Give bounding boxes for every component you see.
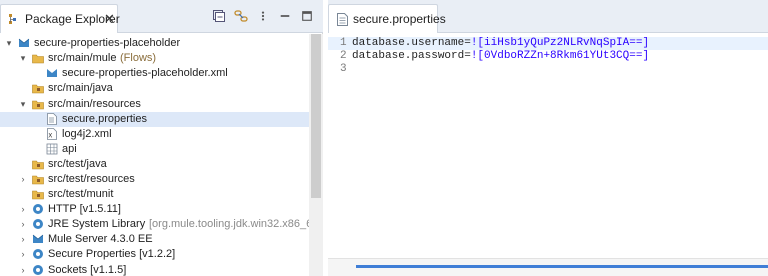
tree-vertical-scrollbar[interactable] [309, 34, 323, 276]
tree-item-label: Mule Server 4.3.0 EE [48, 233, 153, 245]
tree-item-label: HTTP [v1.5.11] [48, 203, 121, 215]
editor-panel: secure.properties 1 database.username=![i… [328, 0, 768, 276]
package-explorer-panel: Package Explorer ✕ ▾ secure-properties-pl… [0, 0, 323, 276]
library-icon [33, 219, 43, 229]
tree-item-label: api [62, 143, 77, 155]
tree-item-label: JRE System Library [48, 218, 146, 230]
chevron-right-icon[interactable]: › [18, 202, 28, 217]
link-with-editor-icon[interactable] [233, 8, 249, 24]
editor-tabbar: secure.properties [328, 0, 768, 33]
tree-scroll-thumb[interactable] [311, 34, 321, 198]
line-number: 3 [340, 63, 347, 75]
tab-secure-properties[interactable]: secure.properties [328, 4, 446, 33]
tree-item[interactable]: › src/test/resources [0, 172, 309, 187]
chevron-down-icon[interactable]: ▾ [18, 97, 28, 112]
library-icon [33, 249, 43, 259]
tree-item[interactable]: src/main/java [0, 81, 309, 96]
line-number: 2 [340, 50, 347, 62]
mule-project-icon [18, 38, 30, 47]
line-content: database.username=![iiHsb1yQuPz2NLRvNqSp… [352, 37, 649, 50]
line-number: 1 [340, 37, 347, 49]
tree-item-label: Secure Properties [v1.2.2] [48, 248, 176, 260]
properties-file-icon [337, 13, 348, 26]
mule-config-icon [47, 69, 57, 77]
editor-scroll-indicator [356, 265, 768, 268]
tree-item-label: src/test/munit [48, 188, 114, 200]
editor-line[interactable]: 3 [328, 63, 768, 76]
editor-line[interactable]: 2 database.password=![0VdboRZZn+8Rkm61YUt… [328, 50, 768, 63]
mule-project-icon [32, 234, 44, 243]
package-folder-icon [32, 190, 44, 200]
tree-item[interactable]: secure-properties-placeholder.xml [0, 66, 309, 81]
property-key: database.username= [352, 37, 471, 49]
chevron-right-icon[interactable]: › [18, 172, 28, 187]
tree-item[interactable]: ▾ secure-properties-placeholder [0, 36, 309, 51]
package-explorer-tabbar: Package Explorer ✕ [0, 0, 323, 33]
tree-item-label: src/test/java [48, 158, 107, 170]
tab-secure-properties-label: secure.properties [353, 12, 446, 26]
chevron-right-icon[interactable]: › [18, 247, 28, 262]
close-icon[interactable]: ✕ [104, 11, 115, 27]
property-key: database.password= [352, 50, 471, 62]
library-icon [33, 204, 43, 214]
tree-item[interactable]: src/test/munit [0, 187, 309, 202]
package-folder-icon [32, 100, 44, 110]
tree-item[interactable]: › Mule Server 4.3.0 EE [0, 232, 309, 247]
tree-item[interactable]: secure.properties [0, 112, 309, 127]
collapse-all-icon[interactable] [211, 8, 227, 24]
package-folder-icon [32, 175, 44, 185]
view-menu-icon[interactable] [255, 8, 271, 24]
tree-item-label: Sockets [v1.1.5] [48, 264, 127, 276]
editor-line[interactable]: 1 database.username=![iiHsb1yQuPz2NLRvNqS… [328, 37, 768, 50]
chevron-right-icon[interactable]: › [18, 217, 28, 232]
tree-item-decoration: [org.mule.tooling.jdk.win32.x86_64_1.0. [149, 218, 309, 230]
property-value: ![0VdboRZZn+8Rkm61YUt3CQ==] [470, 50, 650, 62]
tab-package-explorer[interactable]: Package Explorer ✕ [0, 4, 120, 33]
tree-item-label: log4j2.xml [62, 128, 112, 140]
properties-editor[interactable]: 1 database.username=![iiHsb1yQuPz2NLRvNqS… [328, 34, 768, 256]
tree-item[interactable]: Xlog4j2.xml [0, 127, 309, 142]
chevron-down-icon[interactable]: ▾ [4, 36, 14, 51]
tree-item[interactable]: ▾ src/main/mule (Flows) [0, 51, 309, 66]
line-content: database.password=![0VdboRZZn+8Rkm61YUt3… [352, 50, 649, 63]
project-tree: ▾ secure-properties-placeholder ▾ src/main/… [0, 34, 309, 276]
api-folder-icon [46, 143, 58, 155]
tree-item-label: secure-properties-placeholder [34, 37, 181, 49]
tree-item[interactable]: api [0, 142, 309, 157]
tree-item-label: src/test/resources [48, 173, 135, 185]
tree-item[interactable]: src/test/java [0, 157, 309, 172]
tree-item-label: src/main/mule [48, 52, 117, 64]
tree-item[interactable]: › Secure Properties [v1.2.2] [0, 247, 309, 262]
tree-item[interactable]: › JRE System Library [org.mule.tooling.jdk… [0, 217, 310, 232]
chevron-right-icon[interactable]: › [18, 263, 28, 276]
package-folder-icon [32, 84, 44, 94]
svg-text:X: X [48, 133, 52, 140]
library-icon [33, 265, 43, 275]
tree-item[interactable]: › HTTP [v1.5.11] [0, 202, 309, 217]
property-value: ![iiHsb1yQuPz2NLRvNqSpIA==] [470, 37, 650, 49]
tree-item-decoration: (Flows) [120, 52, 157, 64]
tree-item-label: src/main/java [48, 82, 113, 94]
maximize-icon[interactable] [299, 8, 315, 24]
tree-item[interactable]: ▾ src/main/resources [0, 97, 309, 112]
tree-item-label: src/main/resources [48, 98, 141, 110]
package-explorer-icon [9, 14, 16, 24]
package-folder-icon [32, 160, 44, 170]
package-explorer-toolbar [211, 5, 315, 27]
chevron-down-icon[interactable]: ▾ [18, 51, 28, 66]
minimize-icon[interactable] [277, 8, 293, 24]
tree-item-label: secure.properties [62, 113, 147, 125]
tree-item-label: secure-properties-placeholder.xml [62, 67, 228, 79]
xml-file-icon: X [47, 128, 57, 140]
editor-horizontal-scrollbar[interactable] [328, 258, 768, 276]
folder-icon [32, 54, 44, 64]
chevron-right-icon[interactable]: › [18, 232, 28, 247]
properties-file-icon [47, 113, 57, 125]
tree-item[interactable]: › Sockets [v1.1.5] [0, 263, 309, 276]
